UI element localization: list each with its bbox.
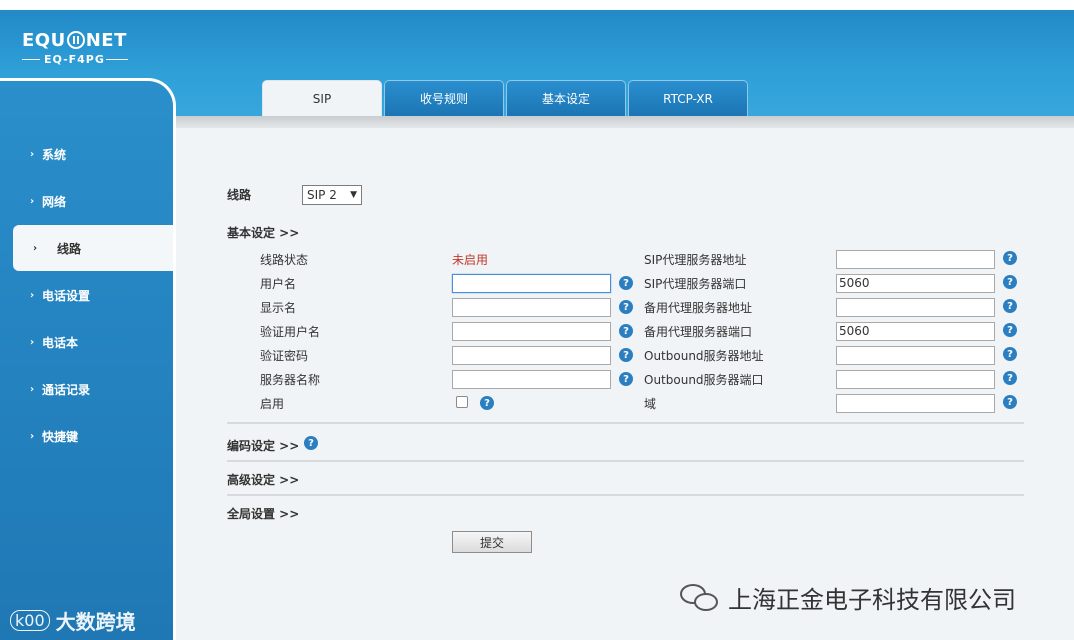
auth-password-label: 验证密码	[260, 349, 309, 363]
chevron-right-icon: ›	[30, 289, 35, 301]
brand-name-left: EQU	[22, 30, 66, 51]
sidebar-item-label: 网络	[42, 194, 67, 209]
tab-dial-rules[interactable]: 收号规则	[384, 80, 504, 116]
sidebar-item-label: 线路	[57, 241, 82, 256]
sidebar-item-shortcuts[interactable]: › 快捷键	[30, 413, 170, 459]
section-basic-settings[interactable]: 基本设定 >>	[227, 224, 299, 241]
watermark-left-text: 大数跨境	[55, 610, 136, 634]
username-input[interactable]	[452, 274, 611, 293]
line-select-label: 线路	[227, 188, 252, 202]
line-select[interactable]: SIP 2 ▼	[302, 185, 362, 205]
sip-proxy-addr-input[interactable]	[836, 250, 995, 269]
chevron-right-icon: ›	[30, 430, 35, 442]
tab-basic-settings[interactable]: 基本设定	[506, 80, 626, 116]
chevron-right-icon: ›	[30, 383, 35, 395]
sidebar-item-phonebook[interactable]: › 电话本	[30, 319, 170, 365]
sidebar-item-label: 通话记录	[42, 382, 91, 397]
chevron-right-icon: ›	[30, 148, 35, 160]
brand-model: EQ-F4PG	[22, 53, 128, 66]
submit-button[interactable]: 提交	[452, 531, 532, 553]
sidebar: › 系统 › 网络 › 线路 › 电话设置 › 电话本 › 通话记录 › 快捷键	[0, 78, 176, 640]
sidebar-item-label: 系统	[42, 147, 67, 162]
sidebar-item-label: 电话设置	[42, 288, 91, 303]
backup-proxy-port-label: 备用代理服务器端口	[644, 325, 753, 339]
help-icon[interactable]: ?	[1003, 371, 1017, 385]
display-name-input[interactable]	[452, 298, 611, 317]
enable-checkbox[interactable]	[456, 396, 468, 408]
backup-proxy-addr-input[interactable]	[836, 298, 995, 317]
enable-label: 启用	[260, 397, 285, 411]
sidebar-item-system[interactable]: › 系统	[30, 131, 170, 177]
line-select-value: SIP 2	[307, 188, 337, 202]
server-name-label: 服务器名称	[260, 373, 321, 387]
tab-bar: SIP 收号规则 基本设定 RTCP-XR	[262, 80, 750, 116]
sidebar-item-label: 电话本	[42, 335, 79, 350]
sip-proxy-addr-label: SIP代理服务器地址	[644, 253, 747, 267]
help-icon[interactable]: ?	[619, 372, 633, 386]
help-icon[interactable]: ?	[304, 436, 318, 450]
display-name-label: 显示名	[260, 301, 297, 315]
help-icon[interactable]: ?	[1003, 299, 1017, 313]
brand-mark-icon	[66, 31, 85, 49]
server-name-input[interactable]	[452, 370, 611, 389]
section-global-settings[interactable]: 全局设置 >>	[227, 505, 299, 522]
brand-name: EQU NET	[22, 30, 127, 51]
auth-username-label: 验证用户名	[260, 325, 321, 339]
backup-proxy-port-input[interactable]: 5060	[836, 322, 995, 341]
outbound-addr-input[interactable]	[836, 346, 995, 365]
sidebar-item-line[interactable]: › 线路	[13, 225, 173, 271]
outbound-port-label: Outbound服务器端口	[644, 373, 764, 387]
watermark-right: 上海正金电子科技有限公司	[680, 580, 1016, 615]
domain-label: 域	[644, 397, 657, 411]
outbound-port-input[interactable]	[836, 370, 995, 389]
username-label: 用户名	[260, 277, 297, 291]
help-icon[interactable]: ?	[1003, 275, 1017, 289]
main-content: 线路 SIP 2 ▼ 基本设定 >> 线路状态 未启用 用户名 ? 显示名 ? …	[176, 128, 1074, 640]
line-status-value: 未启用	[452, 253, 489, 267]
domain-input[interactable]	[836, 394, 995, 413]
watermark-logo: k00	[10, 610, 50, 631]
auth-username-input[interactable]	[452, 322, 611, 341]
sidebar-item-network[interactable]: › 网络	[30, 178, 170, 224]
divider	[227, 422, 1024, 424]
tab-underline-band	[176, 116, 1074, 128]
sidebar-item-phone-settings[interactable]: › 电话设置	[30, 272, 170, 318]
chevron-right-icon: ›	[33, 242, 38, 254]
help-icon[interactable]: ?	[1003, 395, 1017, 409]
line-status-label: 线路状态	[260, 253, 309, 267]
wechat-icon	[680, 583, 720, 612]
sidebar-item-label: 快捷键	[42, 429, 79, 444]
chevron-right-icon: ›	[30, 195, 35, 207]
section-advanced-settings[interactable]: 高级设定 >>	[227, 471, 299, 488]
help-icon[interactable]: ?	[480, 396, 494, 410]
help-icon[interactable]: ?	[619, 348, 633, 362]
help-icon[interactable]: ?	[619, 300, 633, 314]
help-icon[interactable]: ?	[1003, 347, 1017, 361]
divider	[227, 494, 1024, 496]
auth-password-input[interactable]	[452, 346, 611, 365]
header-top-strip	[0, 0, 1074, 10]
sip-proxy-port-label: SIP代理服务器端口	[644, 277, 747, 291]
help-icon[interactable]: ?	[1003, 251, 1017, 265]
help-icon[interactable]: ?	[619, 324, 633, 338]
outbound-addr-label: Outbound服务器地址	[644, 349, 764, 363]
section-codec-settings[interactable]: 编码设定 >>	[227, 437, 299, 454]
brand-name-right: NET	[85, 30, 127, 51]
tab-rtcp-xr[interactable]: RTCP-XR	[628, 80, 748, 116]
help-icon[interactable]: ?	[1003, 323, 1017, 337]
sidebar-item-call-log[interactable]: › 通话记录	[30, 366, 170, 412]
chevron-right-icon: ›	[30, 336, 35, 348]
tab-sip[interactable]: SIP	[262, 80, 382, 116]
watermark-right-text: 上海正金电子科技有限公司	[728, 586, 1016, 614]
sip-proxy-port-input[interactable]: 5060	[836, 274, 995, 293]
brand-logo: EQU NET EQ-F4PG	[22, 30, 128, 66]
divider	[227, 460, 1024, 462]
watermark-left: k00 大数跨境	[10, 606, 136, 635]
backup-proxy-addr-label: 备用代理服务器地址	[644, 301, 753, 315]
help-icon[interactable]: ?	[619, 276, 633, 290]
chevron-down-icon: ▼	[350, 190, 357, 200]
